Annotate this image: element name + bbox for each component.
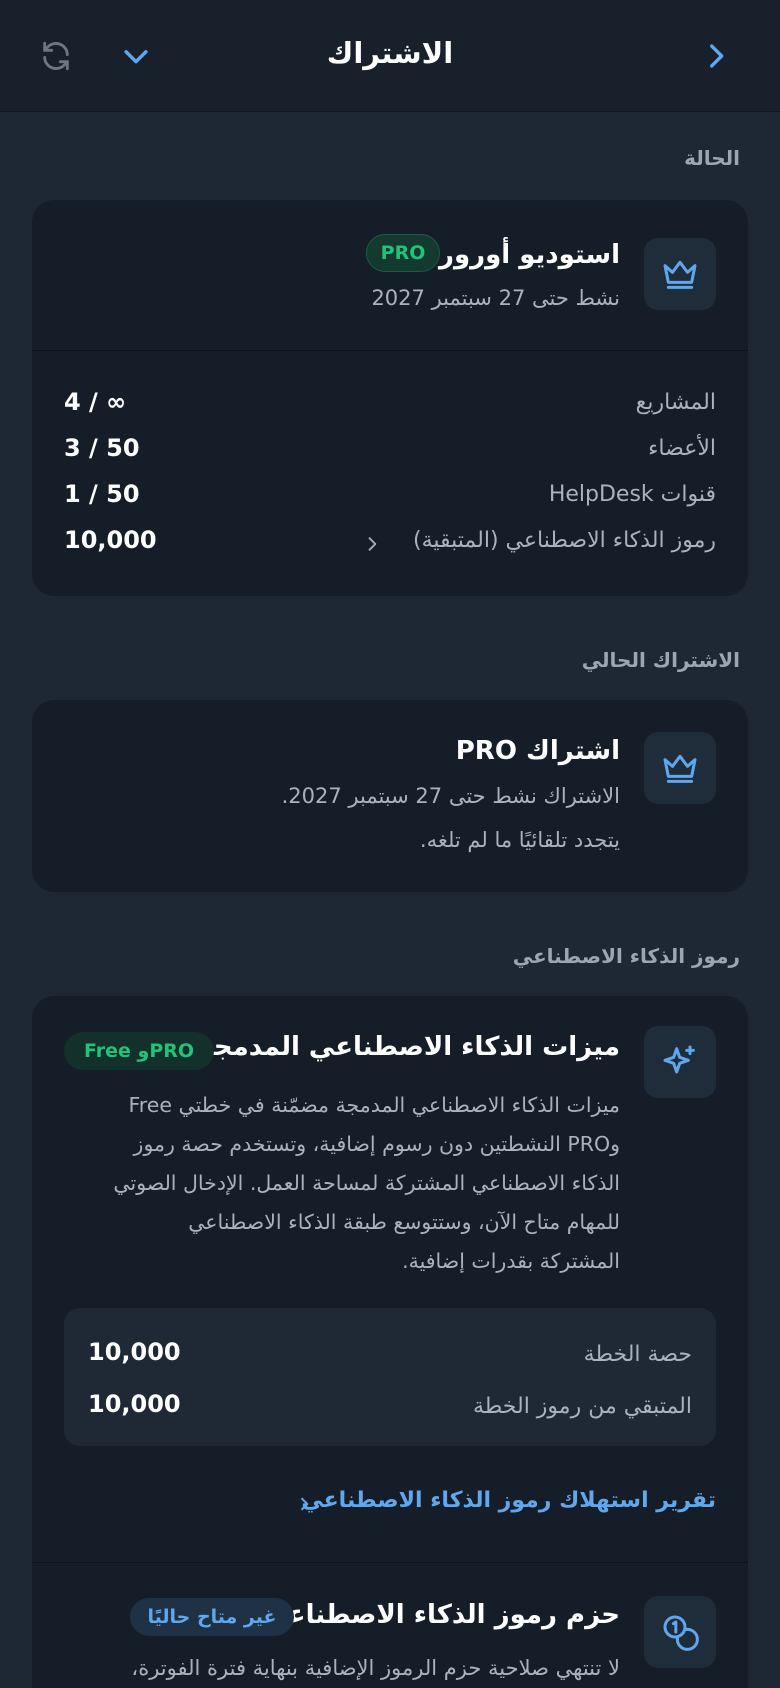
packs-title: حزم رموز الذكاء الاصطناعي <box>261 1600 621 1630</box>
quota-box: حصة الخطة 10,000 المتبقي من رموز الخطة 1… <box>64 1308 716 1446</box>
ai-tokens-card: ميزات الذكاء الاصطناعي المدمجة Free وPRO… <box>32 996 748 1688</box>
packs-description: لا تنتهي صلاحية حزم الرموز الإضافية بنها… <box>131 1656 620 1680</box>
remaining-tokens-label: المتبقي من رموز الخطة <box>472 1394 692 1419</box>
packs-badge: غير متاح حاليًا <box>130 1598 294 1636</box>
chevron-right-icon <box>710 44 724 68</box>
usage-report-label: تقرير استهلاك رموز الذكاء الاصطناعي <box>301 1488 716 1513</box>
remaining-tokens-value: 10,000 <box>88 1390 181 1418</box>
plan-quota-label: حصة الخطة <box>583 1342 692 1367</box>
ai-icon-tile <box>644 1026 716 1098</box>
description-line: المشتركة بقدرات إضافية. <box>402 1249 620 1273</box>
description-line: وPRO النشطتين دون رسوم إضافية، وتستخدم ح… <box>133 1132 620 1156</box>
plan-quota-value: 10,000 <box>88 1338 181 1366</box>
divider <box>32 1562 748 1563</box>
ai-tokens-row[interactable]: رموز الذكاء الاصطناعي (المتبقية) <box>362 522 728 566</box>
ai-tokens-value: 10,000 <box>64 526 157 554</box>
ai-tokens-section-label: رموز الذكاء الاصطناعي <box>512 944 740 968</box>
helpdesk-channels-label: قنوات HelpDesk <box>548 482 716 507</box>
current-subscription-card: اشتراك PRO الاشتراك نشط حتى 27 سبتمبر 20… <box>32 700 748 892</box>
projects-value: 4 / ∞ <box>64 388 127 416</box>
crown-icon <box>663 260 697 289</box>
crown-icon <box>663 754 697 783</box>
sparkles-icon <box>663 1045 695 1074</box>
ai-features-description: ميزات الذكاء الاصطناعي المدمجة مضمّنة في… <box>113 1086 620 1281</box>
description-line: الذكاء الاصطناعي المشتركة لمساحة العمل. … <box>113 1171 620 1195</box>
status-card: استوديو أورورا PRO نشط حتى 27 سبتمبر 202… <box>32 200 748 596</box>
helpdesk-channels-value: 1 / 50 <box>64 480 140 508</box>
ai-tokens-label: رموز الذكاء الاصطناعي (المتبقية) <box>413 528 716 553</box>
chevron-right-icon <box>368 537 377 551</box>
divider <box>32 350 748 351</box>
members-label: الأعضاء <box>648 436 716 461</box>
ai-features-title: ميزات الذكاء الاصطناعي المدمجة <box>198 1032 620 1062</box>
status-section-label: الحالة <box>684 146 740 170</box>
projects-label: المشاريع <box>635 390 716 415</box>
chevron-right-icon <box>300 1497 309 1511</box>
subscription-icon-tile <box>644 732 716 804</box>
plan-badge: PRO <box>366 234 440 272</box>
plan-icon-tile <box>644 238 716 310</box>
workspace-name: استوديو أورورا <box>430 240 620 270</box>
members-value: 3 / 50 <box>64 434 140 462</box>
description-line: للمهام متاح الآن، وستتوسع طبقة الذكاء ال… <box>188 1210 620 1234</box>
active-until: نشط حتى 27 سبتمبر 2027 <box>371 286 620 310</box>
packs-icon-tile <box>644 1596 716 1668</box>
ai-features-badge: Free وPRO <box>64 1032 214 1070</box>
subscription-renew-line: يتجدد تلقائيًا ما لم تلغه. <box>419 828 620 852</box>
top-bar: الاشتراك <box>0 0 780 112</box>
back-button[interactable] <box>692 32 740 80</box>
subscription-active-line: الاشتراك نشط حتى 27 سبتمبر 2027. <box>281 784 620 808</box>
page-title: الاشتراك <box>326 36 454 70</box>
subscription-title: اشتراك PRO <box>455 736 620 766</box>
description-line: ميزات الذكاء الاصطناعي المدمجة مضمّنة في… <box>128 1093 620 1117</box>
coins-icon <box>663 1615 699 1651</box>
usage-report-link[interactable]: تقرير استهلاك رموز الذكاء الاصطناعي <box>296 1486 716 1522</box>
current-subscription-label: الاشتراك الحالي <box>581 648 740 672</box>
